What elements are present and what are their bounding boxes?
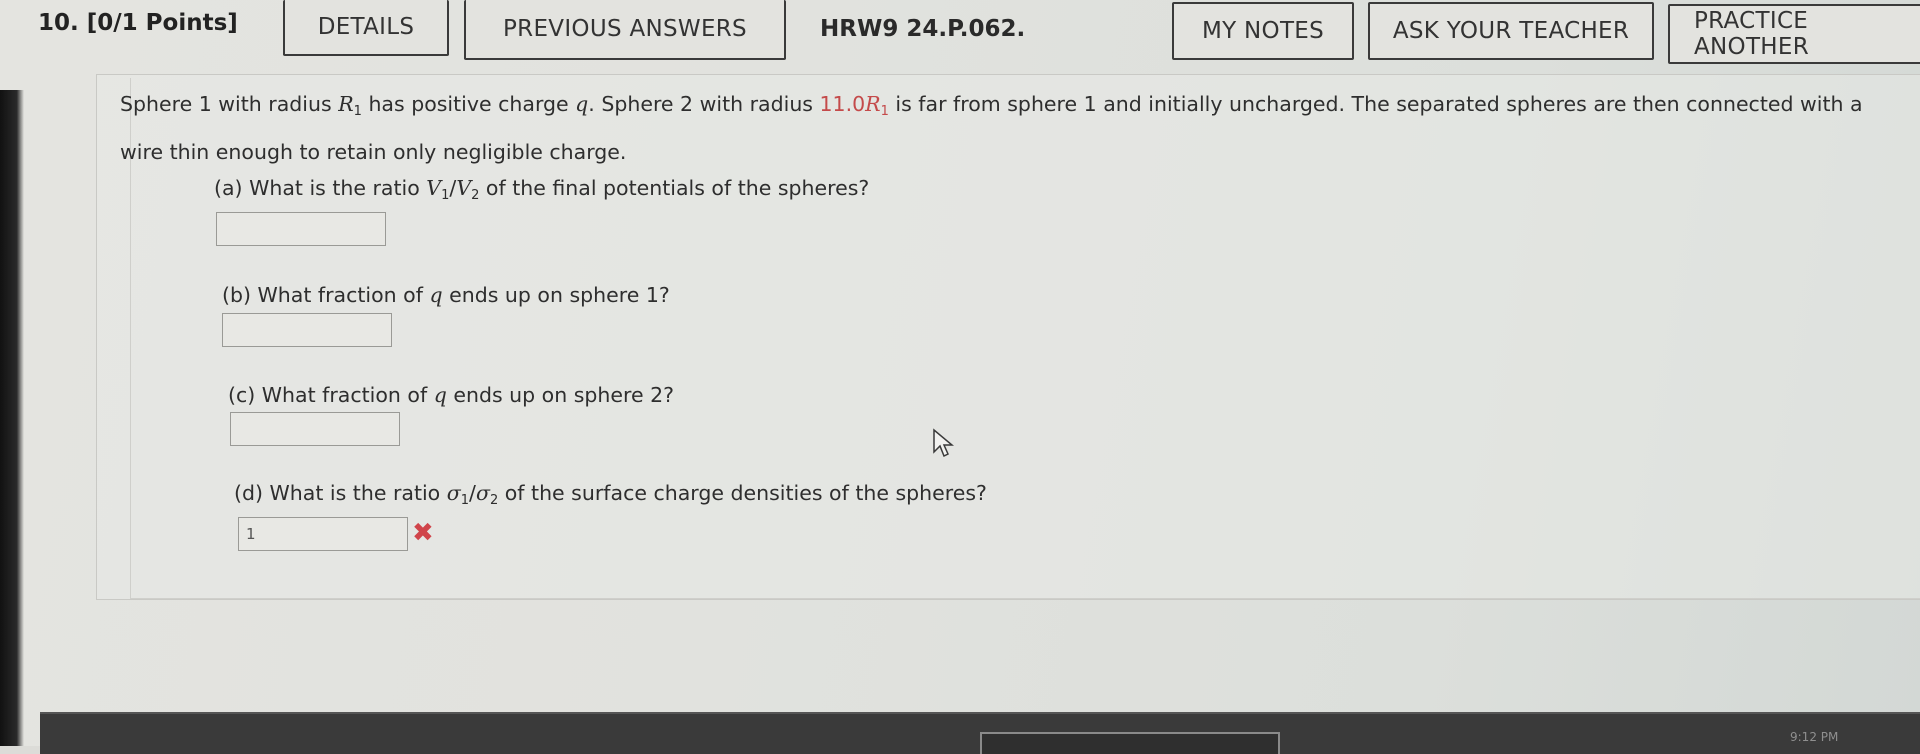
var-r: R — [338, 92, 354, 116]
details-button[interactable]: DETAILS — [283, 0, 449, 56]
question-number-label: 10. [0/1 Points] — [38, 10, 238, 36]
var-q: q — [575, 92, 589, 116]
incorrect-x-icon: ✖ — [412, 518, 434, 548]
part-d-prompt: (d) What is the ratio σ1/σ2 of the surfa… — [234, 481, 987, 508]
part-b-answer-input[interactable] — [222, 313, 392, 347]
points-label: [0/1 Points] — [86, 10, 238, 36]
part-c-answer-input[interactable] — [230, 412, 400, 446]
question-header: 10. [0/1 Points] DETAILS PREVIOUS ANSWERS… — [0, 0, 1920, 64]
randomized-value: 11.0R1 — [819, 92, 889, 119]
monitor-bezel — [0, 90, 24, 746]
practice-another-button[interactable]: PRACTICE ANOTHER — [1668, 4, 1920, 64]
previous-answers-button[interactable]: PREVIOUS ANSWERS — [464, 0, 786, 60]
ask-teacher-button[interactable]: ASK YOUR TEACHER — [1368, 2, 1654, 60]
part-c-prompt: (c) What fraction of q ends up on sphere… — [228, 383, 675, 407]
problem-statement: Sphere 1 with radius R1 has positive cha… — [120, 84, 1900, 173]
part-a-prompt: (a) What is the ratio V1/V2 of the final… — [214, 176, 870, 203]
mouse-pointer-icon — [933, 428, 954, 458]
taskbar-window-tab[interactable] — [980, 732, 1280, 754]
part-a-answer-input[interactable] — [216, 212, 386, 246]
my-notes-button[interactable]: MY NOTES — [1172, 2, 1354, 60]
assignment-id: HRW9 24.P.062. — [820, 16, 1026, 42]
stem-text: has positive charge — [361, 92, 576, 116]
question-number: 10. — [38, 10, 79, 36]
stem-text: . Sphere 2 with radius — [588, 92, 820, 116]
stem-text: Sphere 1 with radius — [120, 92, 339, 116]
taskbar-clock: 9:12 PM — [1790, 730, 1839, 744]
part-b-prompt: (b) What fraction of q ends up on sphere… — [222, 283, 670, 307]
part-d-answer-input[interactable]: 1 — [238, 517, 408, 551]
sub-1: 1 — [353, 104, 362, 119]
